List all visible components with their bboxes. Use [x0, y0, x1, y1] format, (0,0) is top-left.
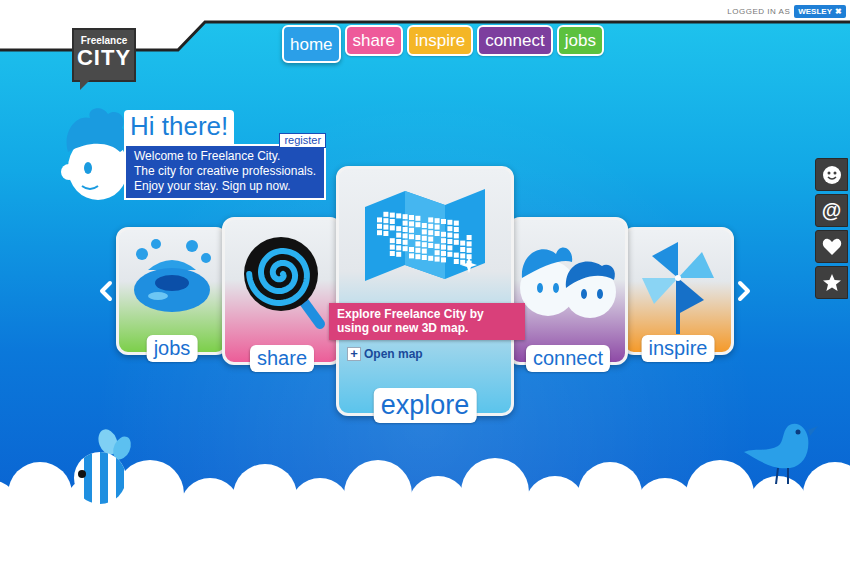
logo-top: Freelance — [81, 35, 128, 46]
card-row: jobsshareExplore Freelance City by using… — [119, 166, 731, 416]
smiley-icon — [822, 165, 842, 185]
nav-tab[interactable]: inspire — [407, 25, 473, 56]
next-button[interactable] — [735, 278, 753, 304]
card-label: connect — [526, 345, 610, 372]
swirl-lens-icon — [236, 232, 328, 332]
nav-tab[interactable]: share — [345, 25, 404, 56]
header: FreelanceCITY homeshareinspireconnectjobs… — [0, 0, 850, 100]
smiley-button[interactable] — [815, 158, 848, 191]
mascot-icon — [60, 106, 132, 206]
heart-button[interactable] — [815, 230, 848, 263]
user-status: LOGGED IN AS WESLEY✖ — [727, 5, 846, 18]
logo-bottom: CITY — [77, 46, 131, 69]
open-map-button[interactable]: +Open map — [347, 347, 423, 361]
prev-button[interactable] — [97, 278, 115, 304]
logo[interactable]: FreelanceCITY — [72, 28, 136, 82]
stage: Hi there! registerWelcome to Freelance Ci… — [0, 100, 850, 567]
page: FreelanceCITYhomeshareinspireconnectjobs… — [0, 0, 850, 567]
map-icon — [355, 181, 495, 293]
user-label: LOGGED IN AS — [727, 7, 790, 16]
nav-tab[interactable]: jobs — [557, 25, 604, 56]
plus-icon: + — [347, 347, 361, 361]
star-button[interactable] — [815, 266, 848, 299]
chevron-right-icon — [737, 280, 751, 302]
bird-icon — [738, 412, 820, 492]
nav-tab[interactable]: home — [282, 25, 341, 63]
side-toolbar: @ — [815, 158, 848, 299]
register-link[interactable]: register — [279, 133, 326, 148]
main-nav: homeshareinspireconnectjobs — [282, 25, 604, 63]
carousel: jobsshareExplore Freelance City by using… — [0, 166, 850, 416]
carousel-card[interactable]: connect — [508, 217, 628, 365]
chevron-left-icon — [99, 280, 113, 302]
carousel-card[interactable]: share — [222, 217, 342, 365]
bee-icon — [62, 428, 144, 508]
life-ring-icon — [122, 236, 222, 318]
card-label: share — [250, 345, 314, 372]
star-icon — [822, 273, 842, 293]
heart-icon — [822, 238, 842, 256]
close-icon[interactable]: ✖ — [835, 7, 842, 16]
welcome: Hi there! registerWelcome to Freelance Ci… — [60, 106, 326, 206]
faces-icon — [512, 232, 624, 324]
clouds — [0, 452, 850, 567]
map-tooltip: Explore Freelance City by using our new … — [329, 303, 525, 340]
carousel-card[interactable]: jobs — [116, 227, 228, 355]
card-label: inspire — [642, 335, 715, 362]
carousel-card[interactable]: Explore Freelance City by using our new … — [336, 166, 514, 416]
card-label: jobs — [147, 335, 198, 362]
carousel-card[interactable]: inspire — [622, 227, 734, 355]
mention-button[interactable]: @ — [815, 194, 848, 227]
user-badge[interactable]: WESLEY✖ — [794, 5, 846, 18]
pinwheel-icon — [632, 236, 724, 336]
nav-tab[interactable]: connect — [477, 25, 553, 56]
card-label: explore — [374, 388, 477, 423]
welcome-message: Welcome to Freelance City.The city for c… — [124, 144, 326, 200]
greeting: Hi there! — [124, 110, 234, 144]
